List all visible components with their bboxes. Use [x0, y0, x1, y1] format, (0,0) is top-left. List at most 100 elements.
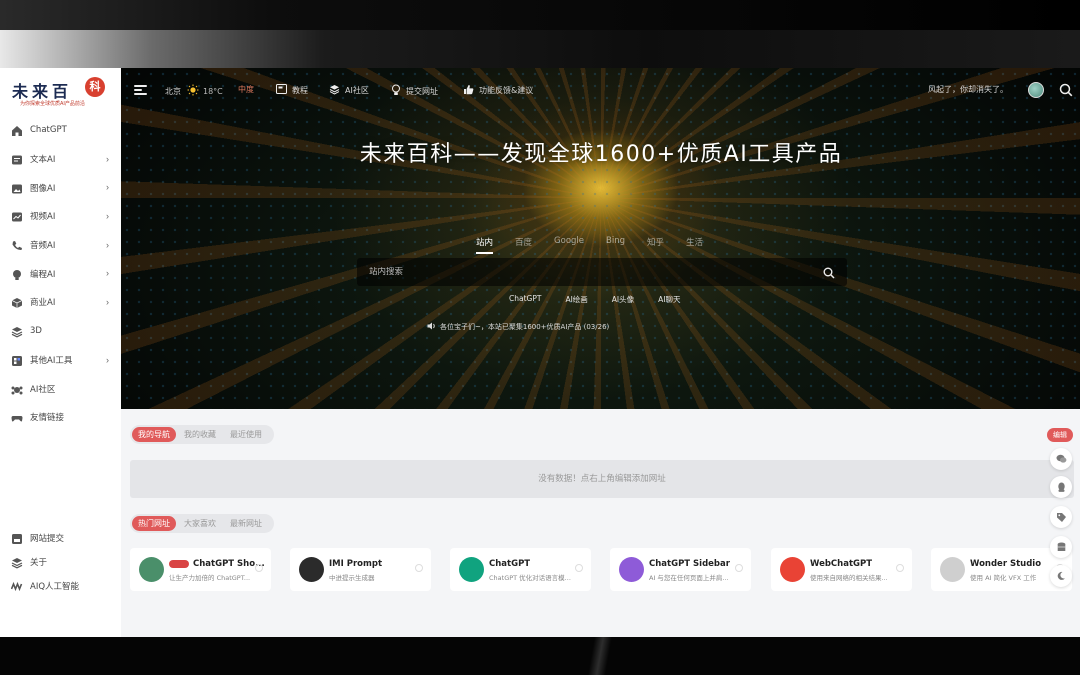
site-card[interactable]: ChatGPT ChatGPT 优化对话语言模...: [450, 548, 591, 591]
layers-icon: [11, 556, 23, 569]
menu-toggle-icon[interactable]: [134, 85, 147, 95]
air-quality: 中度: [238, 85, 254, 94]
sidebar-item-label: 编程AI: [30, 269, 56, 280]
edit-tag-button[interactable]: 编辑: [1047, 428, 1073, 442]
sidebar-item-label: 关于: [30, 558, 48, 568]
quick-link[interactable]: AI头像: [612, 294, 634, 305]
search-tab[interactable]: Bing: [606, 236, 625, 254]
hero-banner: 北京 18°C 中度 教程 AI社区 提交网址 功能反馈&建议 风起了，你却消失…: [121, 68, 1080, 409]
my-nav-tabs: 我的导航 我的收藏 最近使用: [130, 425, 274, 444]
quick-link[interactable]: AI聊天: [658, 294, 680, 305]
chevron-right-icon: ›: [106, 354, 109, 365]
nav-link-community[interactable]: AI社区: [329, 84, 369, 97]
sidebar-item[interactable]: AI社区: [0, 374, 121, 403]
search-tab[interactable]: Google: [554, 236, 584, 254]
text-icon: [11, 153, 23, 165]
search-submit-icon[interactable]: [823, 266, 835, 279]
sidebar-item[interactable]: ChatGPT: [0, 116, 121, 145]
weather-city: 北京: [165, 86, 181, 96]
quick-link[interactable]: ChatGPT: [509, 294, 541, 305]
site-logo-icon: [459, 557, 484, 582]
sidebar-item[interactable]: 文本AI ›: [0, 145, 121, 174]
site-card-desc: 使用来自网络的相关结果...: [810, 574, 888, 582]
arrow-circle-icon[interactable]: [575, 564, 583, 572]
chevron-right-icon: ›: [106, 182, 109, 193]
chevron-right-icon: ›: [106, 239, 109, 250]
search-tab[interactable]: 站内: [476, 236, 494, 254]
gamepad-icon: [11, 411, 23, 423]
nav-link-tutorial[interactable]: 教程: [276, 84, 308, 96]
sidebar-item[interactable]: 图像AI ›: [0, 173, 121, 202]
nav-link-feedback[interactable]: 功能反馈&建议: [463, 84, 533, 97]
sidebar-item[interactable]: 3D: [0, 317, 121, 346]
search-tab[interactable]: 百度: [515, 236, 532, 254]
search-tab[interactable]: 生活: [686, 236, 703, 254]
pill-tab[interactable]: 大家喜欢: [178, 516, 222, 531]
database-icon[interactable]: [1050, 536, 1072, 558]
weather-temp: 18°C: [203, 86, 223, 96]
search-icon[interactable]: [1059, 83, 1073, 97]
site-logo-icon: [299, 557, 324, 582]
sidebar-item-label: 3D: [30, 326, 42, 337]
sidebar-item[interactable]: 友情链接: [0, 403, 121, 432]
pill-tab[interactable]: 我的收藏: [178, 427, 222, 442]
phone-icon: [11, 239, 23, 251]
site-card-title-text: WebChatGPT: [810, 559, 873, 569]
site-card[interactable]: ChatGPT Sho... 让生产力加倍的 ChatGPT...: [130, 548, 271, 591]
nav-link-label: AI社区: [345, 86, 369, 95]
sidebar-item[interactable]: 编程AI ›: [0, 259, 121, 288]
hot-badge: [169, 559, 189, 568]
nav-link-label: 教程: [292, 85, 308, 95]
sidebar-item-label: AIQ人工智能: [30, 582, 80, 592]
site-card-title-text: ChatGPT Sho...: [193, 559, 265, 569]
sidebar-item[interactable]: 网站提交: [0, 526, 121, 550]
pill-tab[interactable]: 最近使用: [224, 427, 268, 442]
arrow-circle-icon[interactable]: [255, 564, 263, 572]
logo-text: 未来百: [12, 82, 73, 101]
site-card-title: WebChatGPT: [810, 559, 872, 569]
arrow-circle-icon[interactable]: [415, 564, 423, 572]
arrow-circle-icon[interactable]: [735, 564, 743, 572]
community-icon: [11, 383, 23, 395]
nav-link-submit[interactable]: 提交网址: [391, 84, 438, 98]
sidebar-item[interactable]: 视频AI ›: [0, 202, 121, 231]
quick-link[interactable]: AI绘画: [565, 294, 587, 305]
layers-icon: [329, 84, 340, 97]
site-card[interactable]: ChatGPT Sidebar AI 与您在任何页面上并肩...: [610, 548, 751, 591]
nav-link-label: 功能反馈&建议: [479, 86, 534, 95]
layers-icon: [11, 325, 23, 338]
pill-tab[interactable]: 我的导航: [132, 427, 176, 442]
sidebar-item[interactable]: AIQ人工智能: [0, 574, 121, 598]
wave-icon: [10, 580, 23, 592]
bulb-icon: [11, 268, 23, 280]
slogan-text: 风起了，你却消失了。: [928, 85, 1008, 94]
site-card-title: ChatGPT Sho...: [169, 559, 265, 569]
chevron-right-icon: ›: [106, 211, 109, 222]
arrow-circle-icon[interactable]: [896, 564, 904, 572]
sidebar-item[interactable]: 其他AI工具 ›: [0, 346, 121, 375]
announcement: 各位宝子们~，本站已聚集1600+优质AI产品 (03/26): [427, 322, 609, 332]
search-input[interactable]: [357, 267, 797, 277]
dark-mode-icon[interactable]: [1050, 565, 1072, 587]
site-card[interactable]: IMI Prompt 中进提示生成器: [290, 548, 431, 591]
site-logo[interactable]: 未来百 科 为你探索全球优质AI产品前沿: [8, 76, 108, 110]
speaker-icon: [427, 322, 436, 332]
sidebar-item[interactable]: 商业AI ›: [0, 288, 121, 317]
weather-widget[interactable]: 北京 18°C: [165, 84, 223, 98]
pill-tab[interactable]: 最新网址: [224, 516, 268, 531]
search-engine-tabs: 站内 百度 Google Bing 知乎 生活: [476, 236, 725, 254]
wechat-icon[interactable]: [1050, 448, 1072, 470]
thumbs-up-icon: [463, 84, 474, 97]
sidebar-nav-bottom: 网站提交关于 AIQ人工智能: [0, 526, 121, 598]
tag-icon[interactable]: [1050, 506, 1072, 528]
search-tab[interactable]: 知乎: [647, 236, 664, 254]
pill-tab[interactable]: 热门网址: [132, 516, 176, 531]
site-card-desc: AI 与您在任何页面上并肩...: [649, 574, 729, 582]
book-icon: [276, 84, 287, 96]
video-frame-top: [0, 0, 1080, 30]
sidebar-item[interactable]: 音频AI ›: [0, 231, 121, 260]
qq-icon[interactable]: [1050, 476, 1072, 498]
sidebar-item[interactable]: 关于: [0, 550, 121, 574]
site-card[interactable]: WebChatGPT 使用来自网络的相关结果...: [771, 548, 912, 591]
user-avatar[interactable]: [1028, 82, 1044, 98]
